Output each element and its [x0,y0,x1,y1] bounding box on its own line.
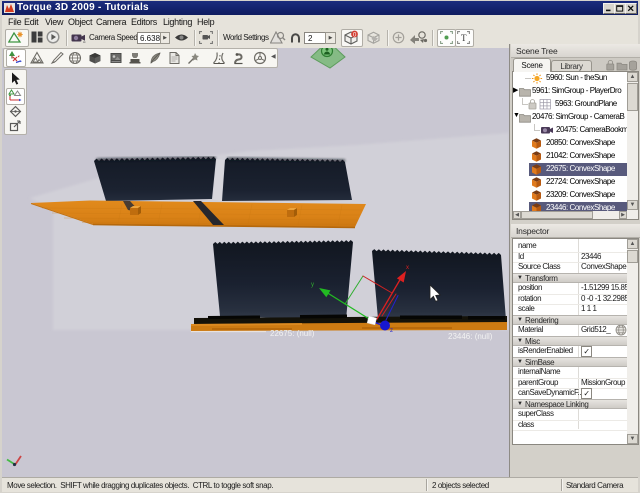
svg-text:23446: (null): 23446: (null) [448,332,493,341]
svg-text:z: z [390,328,393,334]
svg-text:y: y [311,282,314,288]
svg-text:x: x [406,265,409,271]
svg-text:22675: (null): 22675: (null) [270,329,315,338]
svg-text:T: T [461,33,467,43]
